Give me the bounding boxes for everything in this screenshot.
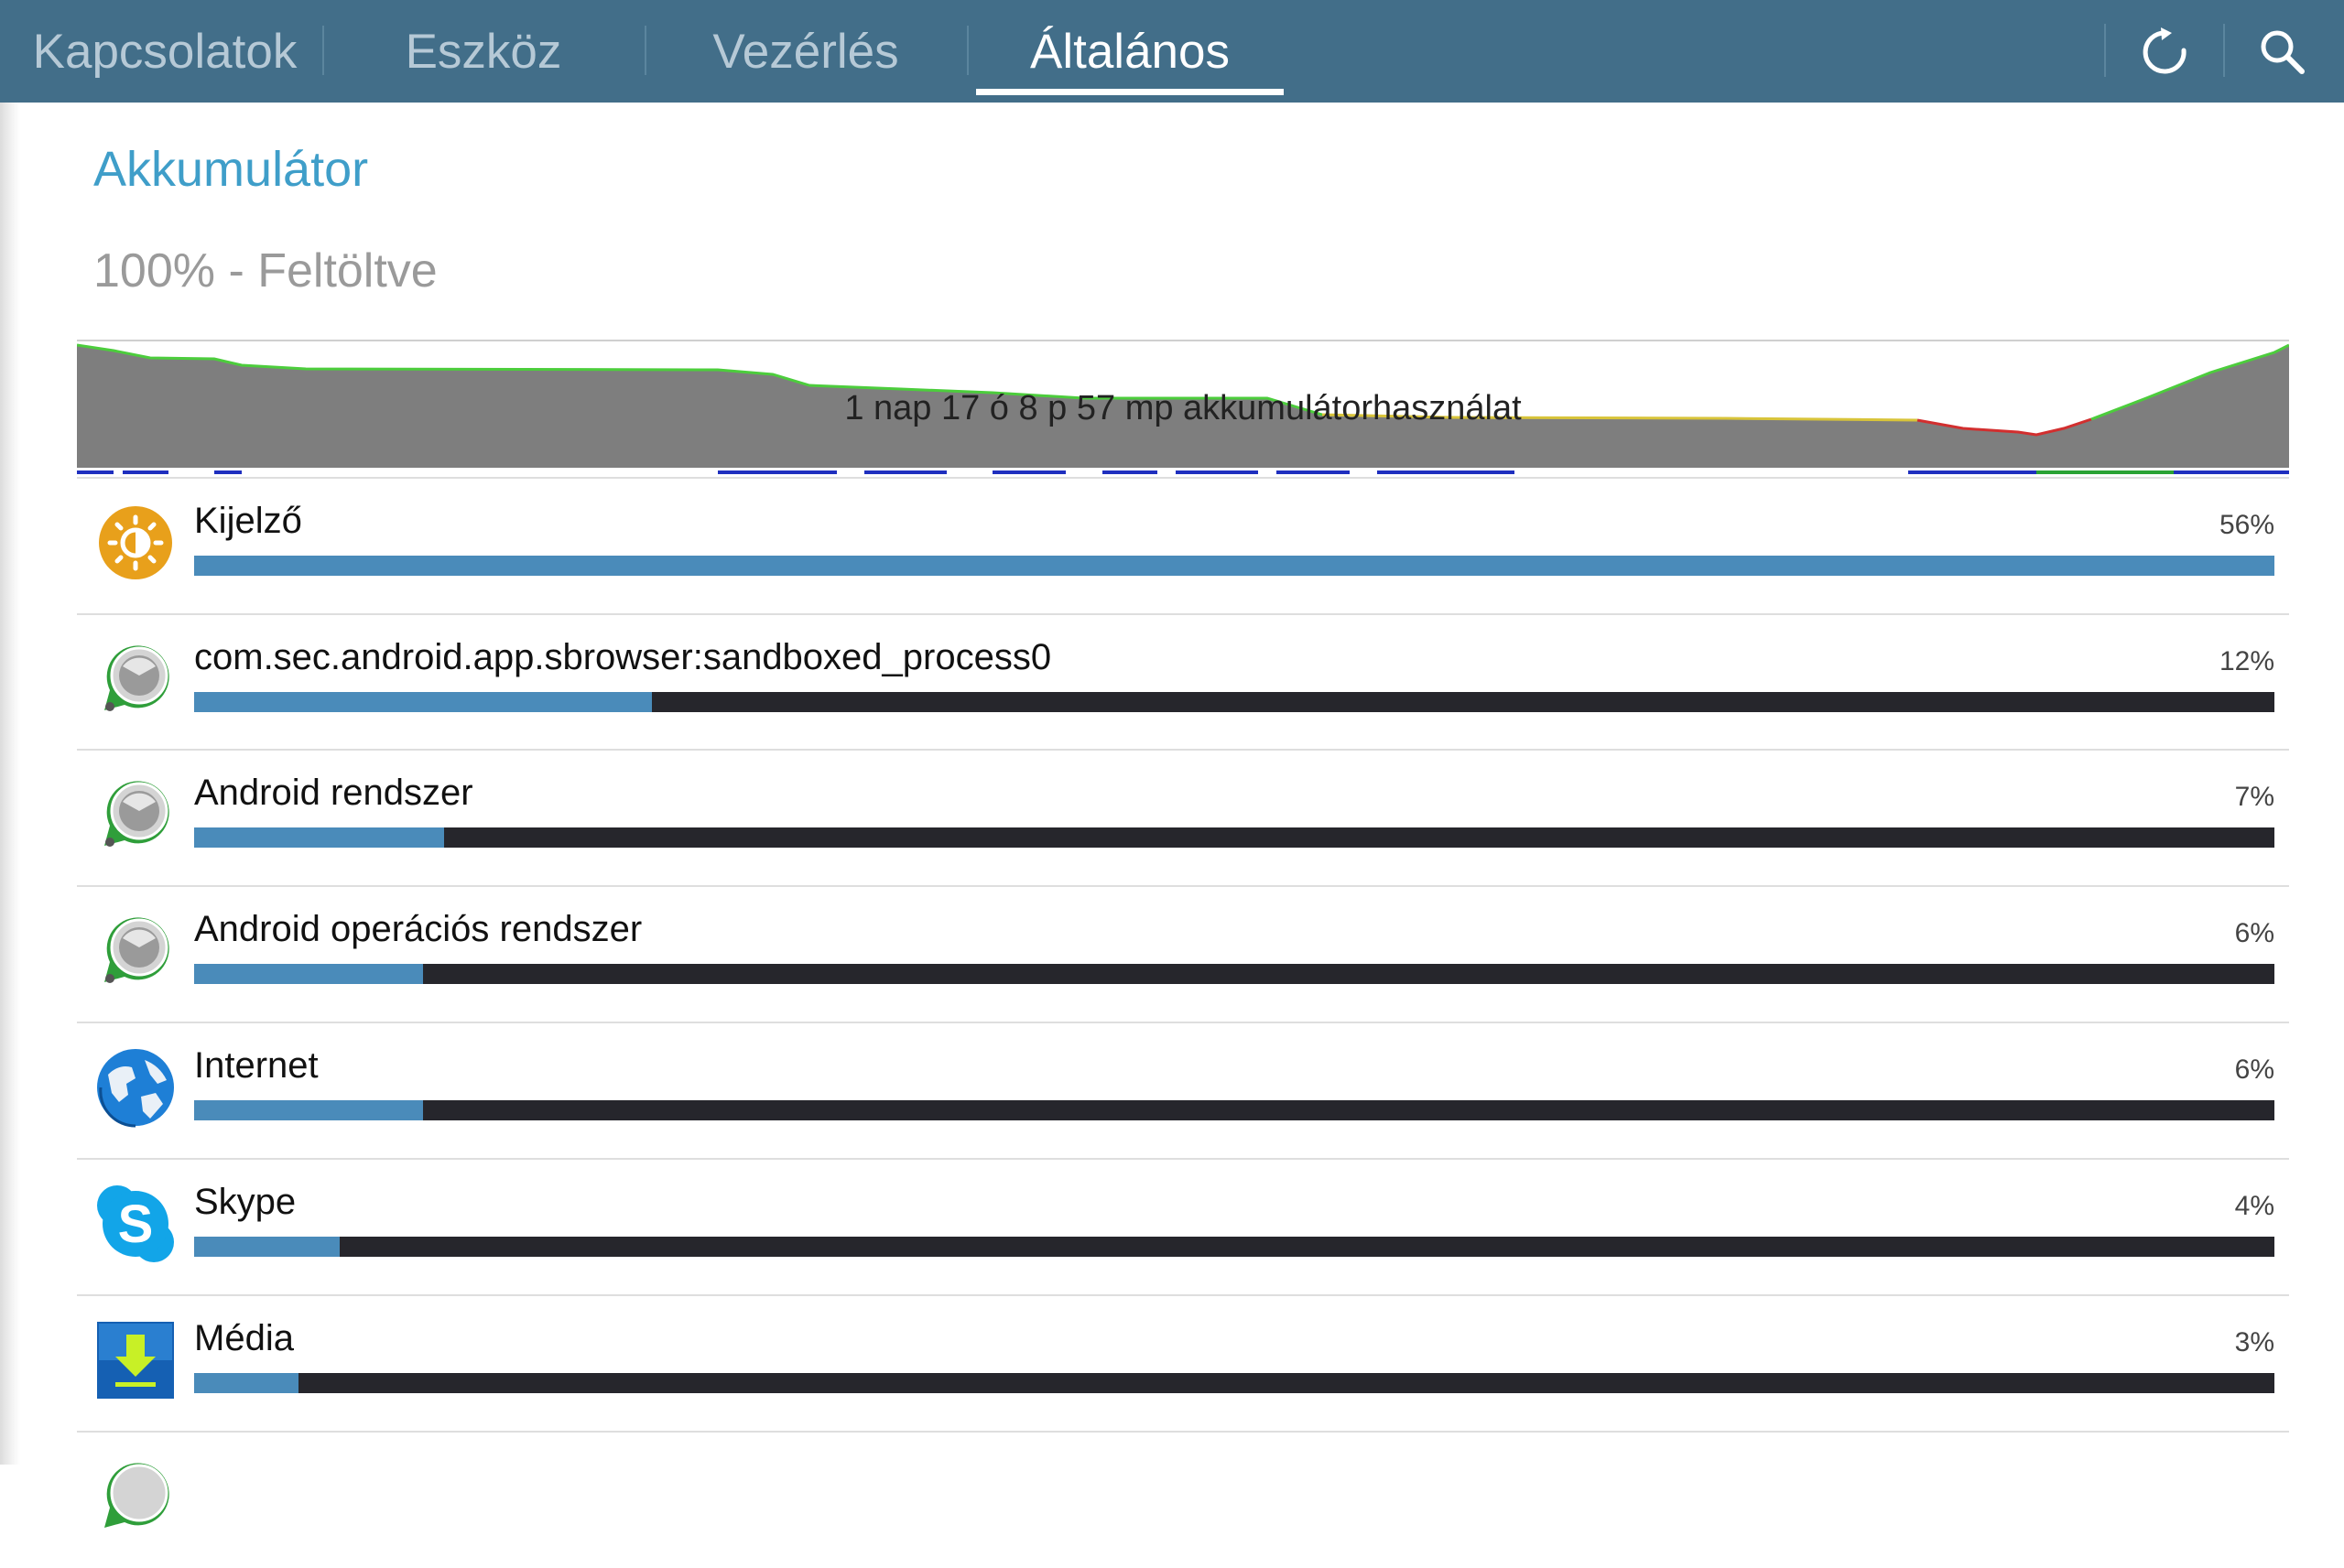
usage-row-kijelzo[interactable]: Kijelző 56% [77,477,2289,614]
android-system-icon [104,781,169,847]
refresh-icon [2143,27,2187,74]
usage-bar-fill [194,827,444,848]
usage-bar-fill [194,556,2274,576]
usage-row-android-rendszer[interactable]: Android rendszer 7% [77,749,2289,886]
usage-row-media[interactable]: Média 3% [77,1294,2289,1432]
top-action-bar: Kapcsolatok Eszköz Vezérlés Általános [0,0,2344,103]
tab-eszkoz[interactable]: Eszköz [339,0,628,103]
action-divider [2223,24,2225,77]
search-icon [2261,30,2305,74]
usage-bar-fill [194,692,652,712]
globe-icon [97,1049,174,1128]
android-system-icon [104,1463,169,1528]
battery-history-graph[interactable]: 1 nap 17 ó 8 p 57 mp akkumulátorhasznála… [77,340,2289,477]
usage-bar [194,964,2274,984]
usage-row-partial[interactable] [77,1431,2289,1568]
usage-bar [194,1100,2274,1120]
action-divider [2104,24,2106,77]
usage-percent: 6% [2234,918,2274,948]
usage-bar [194,827,2274,848]
app-name: Android rendszer [194,773,473,813]
active-tab-indicator [976,89,1284,95]
download-media-icon [97,1322,174,1399]
display-brightness-icon [99,506,172,579]
refresh-button[interactable] [2133,20,2198,84]
tab-divider [645,26,646,75]
battery-status: 100% - Feltöltve [93,244,438,297]
tab-divider [967,26,969,75]
usage-bar [194,556,2274,576]
usage-row-skype[interactable]: S Skype 4% [77,1158,2289,1295]
usage-percent: 12% [2219,646,2274,676]
search-button[interactable] [2251,20,2315,84]
usage-percent: 7% [2234,782,2274,812]
app-name: Internet [194,1045,319,1086]
usage-bar [194,692,2274,712]
usage-bar-fill [194,964,423,984]
usage-bar-fill [194,1100,423,1120]
battery-usage-duration: 1 nap 17 ó 8 p 57 mp akkumulátorhasznála… [844,389,1522,427]
android-system-icon [104,917,169,983]
tab-vezerles[interactable]: Vezérlés [659,0,952,103]
usage-bar [194,1373,2274,1393]
section-title: Akkumulátor [93,142,369,197]
usage-percent: 6% [2234,1054,2274,1085]
left-panel-shadow [0,103,20,1465]
skype-icon: S [97,1185,174,1262]
tab-kapcsolatok[interactable]: Kapcsolatok [18,0,311,103]
tab-divider [322,26,324,75]
app-name: com.sec.android.app.sbrowser:sandboxed_p… [194,637,1052,677]
android-system-icon [104,645,169,711]
usage-bar [194,1237,2274,1257]
usage-row-internet[interactable]: Internet 6% [77,1022,2289,1159]
usage-percent: 4% [2234,1191,2274,1221]
app-name: Kijelző [194,501,302,541]
app-name: Android operációs rendszer [194,909,643,949]
usage-row-android-os[interactable]: Android operációs rendszer 6% [77,885,2289,1022]
usage-percent: 56% [2219,510,2274,540]
usage-row-sbrowser[interactable]: com.sec.android.app.sbrowser:sandboxed_p… [77,613,2289,751]
svg-text:S: S [118,1195,154,1254]
app-name: Skype [194,1182,297,1222]
usage-bar-fill [194,1237,341,1257]
tab-altalanos[interactable]: Általános [976,0,1284,103]
app-name: Média [194,1318,294,1358]
usage-percent: 3% [2234,1327,2274,1357]
usage-bar-fill [194,1373,298,1393]
